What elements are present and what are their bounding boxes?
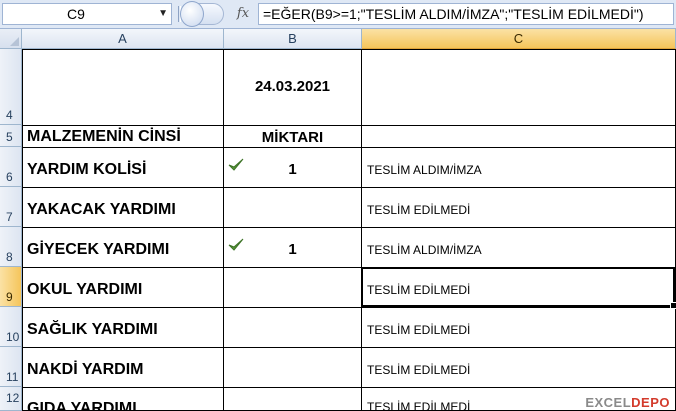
chevron-down-icon[interactable]: ▼ <box>158 4 168 24</box>
row-header-12[interactable]: 12 <box>0 387 22 411</box>
row-header-6[interactable]: 6 <box>0 147 22 187</box>
formula-input[interactable]: =EĞER(B9>=1;"TESLİM ALDIM/İMZA";"TESLİM … <box>258 3 674 25</box>
row-header-8[interactable]: 8 <box>0 227 22 267</box>
cell-c5[interactable] <box>361 125 676 148</box>
cell-a12[interactable]: GIDA YARDIMI <box>22 387 224 411</box>
cell-b10[interactable] <box>223 307 362 348</box>
cell-b8[interactable]: 1 <box>223 227 362 268</box>
select-all-corner[interactable] <box>0 29 22 49</box>
formula-bar: C9 ▼ fx =EĞER(B9>=1;"TESLİM ALDIM/İMZA";… <box>0 0 676 29</box>
cell-c11[interactable]: TESLİM EDİLMEDİ <box>361 347 676 388</box>
cell-a7[interactable]: YAKACAK YARDIMI <box>22 187 224 228</box>
name-box[interactable]: C9 ▼ <box>2 3 172 25</box>
cell-c10[interactable]: TESLİM EDİLMEDİ <box>361 307 676 348</box>
cell-b4[interactable]: 24.03.2021 <box>223 49 362 126</box>
cell-b12[interactable] <box>223 387 362 411</box>
cell-b6[interactable]: 1 <box>223 147 362 188</box>
column-header-c[interactable]: C <box>362 29 676 49</box>
row-header-9[interactable]: 9 <box>0 267 22 307</box>
cell-c6[interactable]: TESLİM ALDIM/İMZA <box>361 147 676 188</box>
cell-a5[interactable]: MALZEMENİN CİNSİ <box>22 125 224 148</box>
name-box-value: C9 <box>67 6 85 22</box>
formula-buttons[interactable] <box>180 1 224 27</box>
cell-a10[interactable]: SAĞLIK YARDIMI <box>22 307 224 348</box>
cell-b7[interactable] <box>223 187 362 228</box>
watermark-logo: EXCELDEPO <box>585 395 670 410</box>
active-cell-selection[interactable] <box>361 267 676 309</box>
cell-c8[interactable]: TESLİM ALDIM/İMZA <box>361 227 676 268</box>
insert-function-icon[interactable]: fx <box>232 4 254 24</box>
cell-a4[interactable] <box>22 49 224 126</box>
cell-c4[interactable] <box>361 49 676 126</box>
row-header-5[interactable]: 5 <box>0 125 22 147</box>
cell-a9[interactable]: OKUL YARDIMI <box>22 267 224 308</box>
cell-b9[interactable] <box>223 267 362 308</box>
row-header-10[interactable]: 10 <box>0 307 22 347</box>
cell-b5[interactable]: MİKTARI <box>223 125 362 148</box>
row-header-11[interactable]: 11 <box>0 347 22 387</box>
cell-a6[interactable]: YARDIM KOLİSİ <box>22 147 224 188</box>
cell-c7[interactable]: TESLİM EDİLMEDİ <box>361 187 676 228</box>
row-header-7[interactable]: 7 <box>0 187 22 227</box>
row-header-4[interactable]: 4 <box>0 49 22 125</box>
cell-a11[interactable]: NAKDİ YARDIM <box>22 347 224 388</box>
expand-button[interactable] <box>180 1 204 27</box>
column-header-a[interactable]: A <box>22 29 224 49</box>
column-header-b[interactable]: B <box>224 29 362 49</box>
cell-a8[interactable]: GİYECEK YARDIMI <box>22 227 224 268</box>
cell-b11[interactable] <box>223 347 362 388</box>
